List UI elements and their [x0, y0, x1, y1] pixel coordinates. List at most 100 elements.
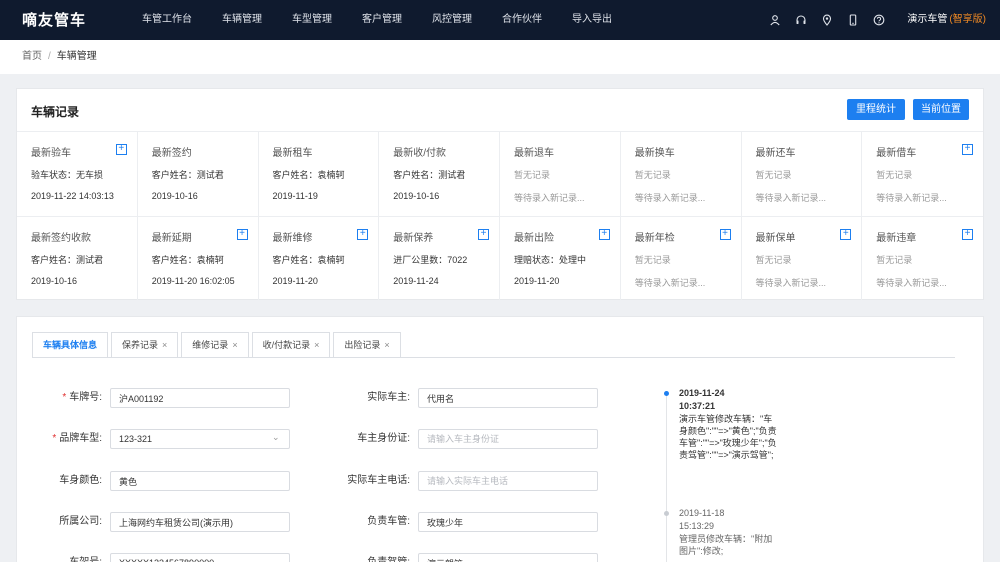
top-icons	[762, 0, 892, 40]
record-cell: 最新租车 客户姓名：袁楠轲 2019-11-19	[258, 132, 380, 217]
field-label-text: 实际车主:	[367, 392, 410, 403]
form-input[interactable]	[110, 388, 290, 408]
field-label: * 品牌车型:	[52, 429, 102, 449]
records-grid: 最新验车 验车状态：无车损 2019-11-22 14:03:13 + 最新签约 客户姓名…	[17, 131, 983, 300]
record-detail: 等待录入新记录...	[634, 193, 706, 203]
close-icon[interactable]: ×	[384, 340, 389, 350]
record-detail: 等待录入新记录...	[634, 278, 706, 288]
tab-item[interactable]: 保养记录 ×	[111, 332, 179, 358]
record-cell: 最新保养 进厂公里数：7022 2019-11-24 +	[379, 217, 500, 300]
field-label-text: 车主身份证:	[357, 433, 410, 444]
tab-divider	[32, 357, 955, 358]
edition-badge: (智享版)	[949, 14, 986, 25]
record-detail: 2019-11-20	[514, 276, 560, 286]
timeline-date: 2019-11-18	[679, 508, 725, 518]
add-record-icon[interactable]: +	[962, 144, 973, 155]
nav-item[interactable]: 车辆管理	[210, 0, 274, 40]
record-detail: 验车状态：无车损	[31, 170, 104, 180]
record-detail: 暂无记录	[876, 170, 913, 180]
record-cell: 最新违章 暂无记录 等待录入新记录... +	[862, 217, 983, 300]
record-detail: 客户姓名：测试君	[393, 170, 466, 180]
field-label: 车身颜色:	[59, 471, 102, 491]
record-cell: 最新出险 理赔状态：处理中 2019-11-20 +	[500, 217, 621, 300]
record-detail: 等待录入新记录...	[755, 193, 827, 203]
mileage-stats-button[interactable]: 里程统计	[847, 99, 905, 120]
record-detail: 客户姓名：测试君	[151, 170, 224, 180]
record-cell: 最新延期 客户姓名：袁楠轲 2019-11-20 16:02:05 +	[138, 217, 259, 300]
brand-model-select[interactable]	[110, 429, 290, 449]
field-label-text: 实际车主电话:	[347, 475, 410, 486]
field-label-text: 车架号:	[69, 557, 102, 562]
tab-label: 保养记录	[122, 340, 159, 350]
tab-label: 车辆具体信息	[43, 340, 98, 350]
help-icon[interactable]	[866, 0, 892, 40]
user-name: 演示车管	[907, 14, 948, 25]
record-detail: 进厂公里数：7022	[393, 255, 468, 265]
top-navbar: 嘀友管车 车管工作台 车辆管理 车型管理 客户管理 风控管理 合作伙伴 导入导出 演示车管(…	[0, 0, 1000, 40]
record-detail: 2019-10-16	[151, 191, 198, 201]
close-icon[interactable]: ×	[232, 340, 237, 350]
current-location-button[interactable]: 当前位置	[913, 99, 969, 120]
user-menu[interactable]: 演示车管 (智享版)	[907, 0, 986, 40]
field-label-text: 车牌号:	[69, 392, 102, 403]
record-title: 最新还车	[755, 148, 796, 159]
headset-icon[interactable]	[788, 0, 814, 40]
field-label: 实际车主:	[367, 388, 410, 408]
nav-item[interactable]: 车管工作台	[130, 0, 204, 40]
breadcrumb-home[interactable]: 首页	[22, 51, 42, 62]
timeline-entry: 2019-11-18 15:13:29 管理员修改车辆："附加图片":修改;	[679, 507, 779, 557]
tab-item[interactable]: 收/付款记录 ×	[251, 332, 331, 358]
record-detail: 2019-10-16	[393, 191, 440, 201]
record-cell: 最新收/付款 客户姓名：测试君 2019-10-16	[379, 132, 500, 217]
user-icon[interactable]	[762, 0, 788, 40]
add-record-icon[interactable]: +	[236, 229, 248, 240]
nav-item[interactable]: 风控管理	[420, 0, 484, 40]
add-record-icon[interactable]: +	[115, 144, 127, 155]
field-label-text: 负责驾管:	[367, 557, 410, 562]
add-record-icon[interactable]: +	[962, 229, 973, 240]
record-detail: 暂无记录	[514, 170, 551, 180]
record-detail: 暂无记录	[755, 170, 792, 180]
form-input[interactable]	[110, 553, 290, 562]
nav-item[interactable]: 客户管理	[350, 0, 414, 40]
close-icon[interactable]: ×	[314, 340, 319, 350]
nav-item[interactable]: 导入导出	[560, 0, 624, 40]
record-detail: 等待录入新记录...	[755, 278, 827, 288]
record-detail: 2019-11-20 16:02:05	[151, 276, 235, 286]
add-record-icon[interactable]: +	[598, 229, 610, 240]
record-detail: 等待录入新记录...	[876, 278, 947, 288]
nav-item[interactable]: 车型管理	[280, 0, 344, 40]
timeline-time: 15:13:29	[679, 521, 715, 531]
form-input[interactable]	[418, 512, 598, 532]
main-nav: 车管工作台 车辆管理 车型管理 客户管理 风控管理 合作伙伴 导入导出	[130, 0, 630, 40]
add-record-icon[interactable]: +	[357, 229, 369, 240]
brand-logo[interactable]: 嘀友管车	[22, 9, 86, 30]
mobile-icon[interactable]	[840, 0, 866, 40]
form-input[interactable]	[418, 471, 598, 491]
record-detail: 客户姓名：测试君	[31, 255, 104, 265]
tab-item[interactable]: 出险记录 ×	[333, 332, 401, 358]
chevron-down-icon[interactable]: ⌄	[272, 432, 282, 442]
tab-item[interactable]: 维修记录 ×	[181, 332, 249, 358]
required-mark: *	[62, 392, 67, 403]
add-record-icon[interactable]: +	[719, 229, 731, 240]
field-label: 负责驾管:	[367, 553, 410, 562]
form-input[interactable]	[418, 553, 598, 562]
tab-item[interactable]: 车辆具体信息	[32, 332, 109, 358]
add-record-icon[interactable]: +	[840, 229, 852, 240]
tab-label: 维修记录	[192, 340, 229, 350]
form-input[interactable]	[110, 471, 290, 491]
add-record-icon[interactable]: +	[478, 229, 489, 240]
nav-item[interactable]: 合作伙伴	[490, 0, 554, 40]
form-input[interactable]	[418, 388, 598, 408]
location-pin-icon[interactable]	[814, 0, 840, 40]
timeline-time: 10:37:21	[679, 401, 716, 411]
field-label: 负责车管:	[367, 512, 410, 532]
form-input[interactable]	[110, 512, 290, 532]
form-input[interactable]	[418, 429, 598, 449]
record-cell: 最新还车暂无记录等待录入新记录...	[741, 132, 863, 217]
detail-tabs: 车辆具体信息 保养记录 × 维修记录 × 收/付款记录 × 出险记录 ×	[32, 332, 404, 358]
close-icon[interactable]: ×	[162, 340, 167, 350]
record-cell: 最新年检 暂无记录 等待录入新记录... +	[621, 217, 742, 300]
record-detail: 2019-10-16	[31, 276, 78, 286]
